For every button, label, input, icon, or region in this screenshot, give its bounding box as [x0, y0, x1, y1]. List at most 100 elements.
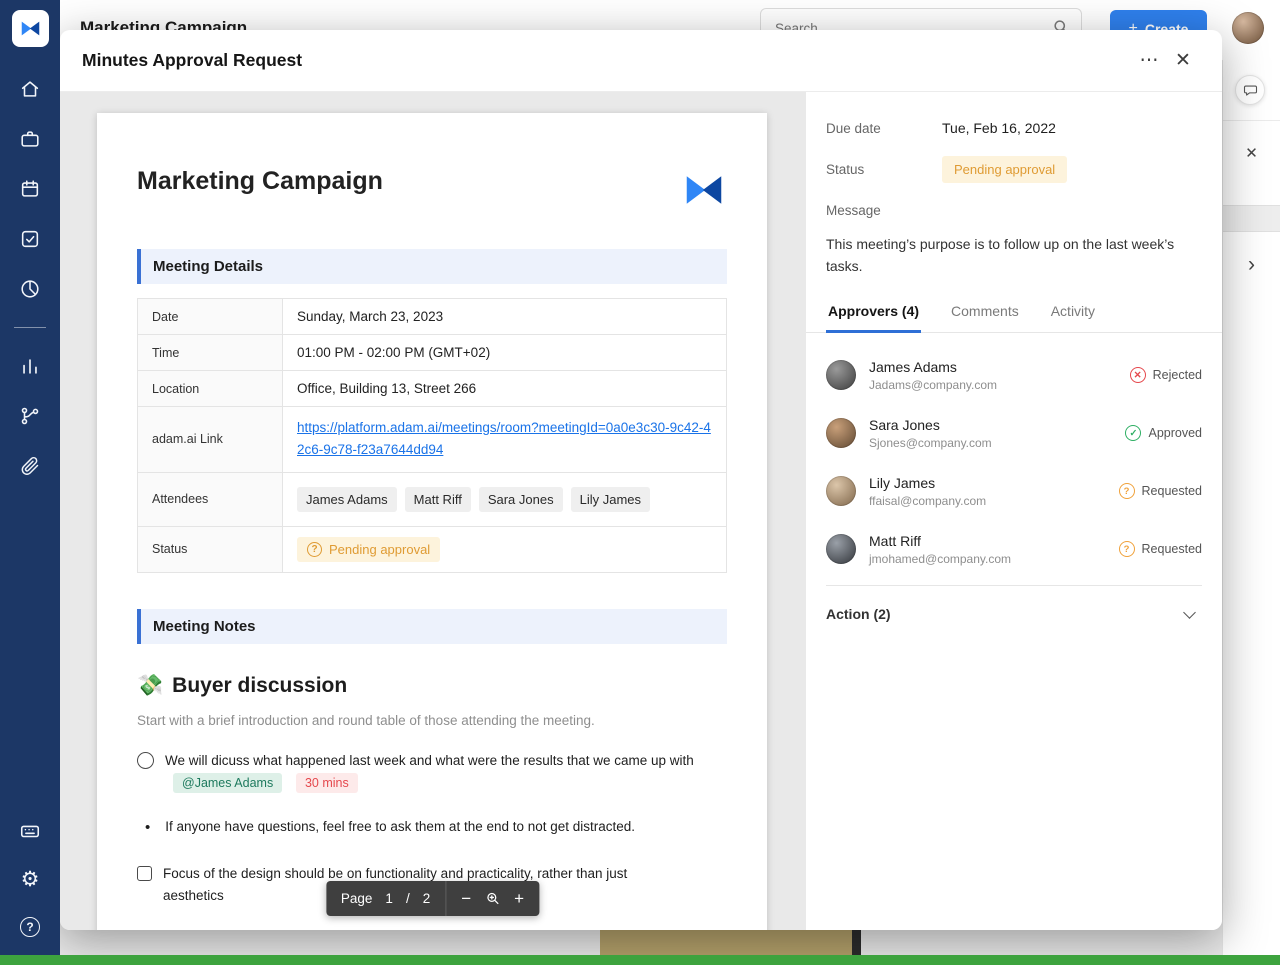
radio-control[interactable]	[137, 751, 154, 769]
tab-approvers[interactable]: Approvers (4)	[826, 303, 922, 334]
meeting-details-table: Date Sunday, March 23, 2023 Time 01:00 P…	[137, 298, 727, 573]
status-cell: ? Pending approval	[282, 525, 727, 573]
chevron-down-icon[interactable]	[1183, 606, 1196, 619]
sidebar-item-tasks[interactable]	[18, 227, 42, 251]
pager-current-page: 1	[385, 891, 393, 906]
sidebar-item-integrations[interactable]	[18, 404, 42, 428]
message-text: This meeting’s purpose is to follow up o…	[826, 236, 1175, 274]
modal-title: Minutes Approval Request	[82, 50, 303, 70]
avatar	[826, 360, 856, 391]
attendee-chip: Sara Jones	[478, 486, 563, 512]
help-icon: ?	[20, 917, 40, 937]
pager-divider	[445, 881, 447, 916]
approver-status: ✕ Rejected	[1129, 367, 1202, 384]
app-sidebar: ⚙ ?	[0, 0, 60, 955]
background-timeline-segment	[600, 928, 852, 955]
sidebar-item-home[interactable]	[18, 77, 42, 101]
approver-email: Jadams@company.com	[869, 377, 998, 392]
checkbox-control[interactable]	[137, 865, 152, 881]
sidebar-item-projects[interactable]	[18, 127, 42, 151]
background-timeline-divider	[852, 928, 861, 955]
sidebar-item-dashboards[interactable]	[18, 354, 42, 378]
row-label: Time	[137, 334, 283, 371]
sidebar-item-help[interactable]: ?	[18, 915, 42, 939]
table-row: Time 01:00 PM - 02:00 PM (GMT+02)	[137, 334, 727, 371]
check-square-icon	[21, 230, 39, 248]
approver-status: ? Requested	[1118, 541, 1202, 558]
sidebar-item-attachments[interactable]	[18, 454, 42, 478]
approver-info: Sara Jones Sjones@company.com	[869, 417, 1125, 450]
due-date-label: Due date	[826, 120, 881, 136]
branch-icon	[21, 407, 39, 425]
row-label: Date	[137, 298, 283, 335]
note-item-radio: We will dicuss what happened last week a…	[137, 750, 707, 795]
panel-tabs: Approvers (4) Comments Activity	[806, 303, 1222, 334]
requested-icon: ?	[1118, 483, 1135, 500]
adam-ai-logo[interactable]	[11, 10, 49, 47]
notes-topic-title: Buyer discussion	[172, 673, 348, 697]
mention-chip[interactable]: @James Adams	[173, 772, 283, 793]
user-avatar[interactable]	[1232, 12, 1264, 44]
zoom-reset-icon[interactable]	[484, 890, 501, 907]
pager-total-pages: 2	[422, 891, 431, 906]
tab-activity[interactable]: Activity	[1049, 303, 1097, 333]
approver-list: James Adams Jadams@company.com ✕ Rejecte…	[826, 353, 1202, 571]
note-item-content: We will dicuss what happened last week a…	[165, 750, 707, 795]
row-value: Sunday, March 23, 2023	[282, 298, 727, 335]
adam-ai-document-logo	[686, 176, 722, 204]
calendar-icon	[21, 180, 39, 197]
meeting-notes-heading: Meeting Notes	[137, 608, 727, 644]
avatar	[826, 534, 856, 565]
sidebar-item-meetings[interactable]	[18, 177, 42, 201]
approval-panel: Due date Tue, Feb 16, 2022 Status Pendin…	[805, 92, 1222, 930]
panel-close-icon[interactable]: ✕	[1223, 144, 1280, 162]
tab-comments[interactable]: Comments	[949, 303, 1021, 333]
notes-intro-text: Start with a brief introduction and roun…	[137, 712, 595, 728]
action-section-toggle[interactable]: Action (2)	[826, 606, 1202, 622]
chat-launcher-button[interactable]	[1235, 75, 1265, 105]
panel-collapse-chevron-icon[interactable]: ›	[1223, 254, 1280, 275]
status-badge-label: Pending approval	[329, 541, 431, 557]
document-card: Marketing Campaign Meeting Details Date …	[97, 113, 767, 930]
sidebar-item-analytics[interactable]	[18, 277, 42, 301]
approver-name: Sara Jones	[869, 416, 940, 433]
message-label: Message	[826, 203, 881, 218]
gear-icon: ⚙	[20, 867, 40, 891]
chat-bubble-icon	[1243, 85, 1257, 96]
approver-row[interactable]: Matt Riff jmohamed@company.com ? Request…	[826, 527, 1202, 571]
document-preview-area: Marketing Campaign Meeting Details Date …	[60, 92, 805, 930]
action-section-label: Action (2)	[826, 606, 891, 623]
attendee-chip: Lily James	[570, 486, 651, 512]
modal-close-icon[interactable]: ✕	[1166, 44, 1200, 78]
row-value: Office, Building 13, Street 266	[282, 370, 727, 407]
due-date-row: Due date Tue, Feb 16, 2022	[826, 120, 1202, 136]
status-label: Status	[826, 162, 865, 177]
rejected-icon: ✕	[1129, 367, 1146, 384]
attendee-chip: James Adams	[297, 486, 397, 512]
keyboard-icon	[20, 825, 40, 838]
approver-status-label: Rejected	[1152, 368, 1202, 383]
sidebar-item-shortcuts[interactable]	[18, 819, 42, 843]
approver-info: Matt Riff jmohamed@company.com	[869, 533, 1119, 566]
table-row: Attendees James Adams Matt Riff Sara Jones…	[137, 471, 727, 527]
approver-row[interactable]: Lily James ffaisal@company.com ? Request…	[826, 469, 1202, 513]
approved-icon: ✓	[1125, 425, 1142, 442]
paperclip-icon	[21, 456, 39, 475]
briefcase-icon	[21, 131, 39, 147]
minutes-approval-modal: Minutes Approval Request ⋯ ✕ Marketing C…	[60, 30, 1222, 930]
table-row: Location Office, Building 13, Street 266	[137, 370, 727, 407]
meeting-link[interactable]: https://platform.adam.ai/meetings/room?m…	[297, 420, 711, 457]
approver-email: jmohamed@company.com	[869, 551, 1012, 566]
document-title: Marketing Campaign	[137, 167, 383, 195]
more-options-icon[interactable]: ⋯	[1132, 44, 1166, 78]
money-wings-emoji-icon: 💸	[137, 673, 164, 697]
sidebar-item-settings[interactable]: ⚙	[18, 867, 42, 891]
approver-row[interactable]: Sara Jones Sjones@company.com ✓ Approved	[826, 411, 1202, 455]
zoom-in-icon[interactable]: +	[514, 889, 524, 909]
sidebar-divider	[14, 327, 46, 328]
pager-label: Page	[340, 891, 373, 906]
adam-ai-logo-mark	[21, 21, 39, 36]
approver-row[interactable]: James Adams Jadams@company.com ✕ Rejecte…	[826, 353, 1202, 397]
zoom-out-icon[interactable]: −	[461, 889, 471, 909]
message-row: Message	[826, 203, 1202, 218]
